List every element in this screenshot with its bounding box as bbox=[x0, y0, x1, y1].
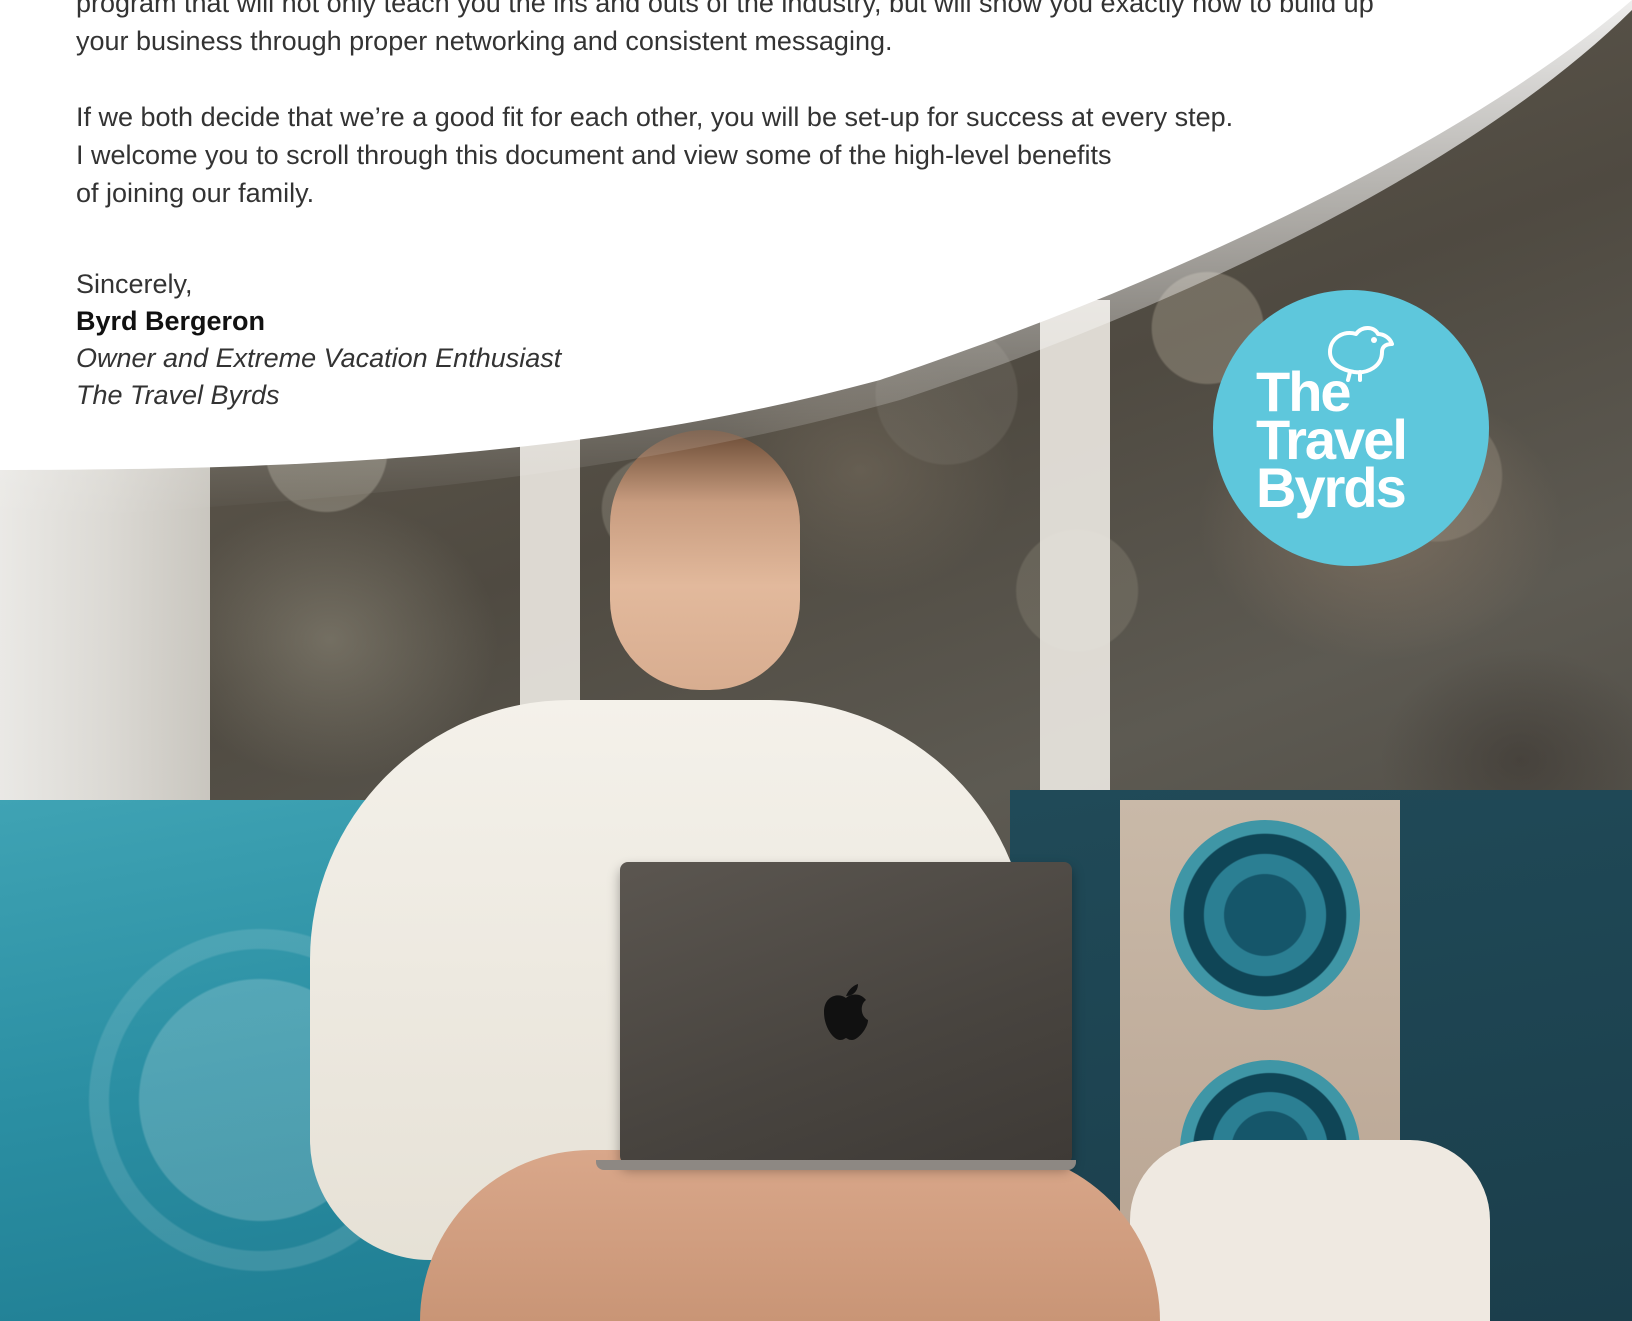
signoff-title: Owner and Extreme Vacation Enthusiast bbox=[76, 343, 562, 373]
logo-wordmark: The Travel Byrds bbox=[1256, 364, 1408, 519]
signoff-name: Byrd Bergeron bbox=[76, 306, 266, 336]
letter-line: I welcome you to scroll through this doc… bbox=[76, 140, 1112, 170]
document-page: program that will not only teach you the… bbox=[0, 0, 1632, 1321]
letter-paragraph-1: program that will not only teach you the… bbox=[76, 0, 1374, 60]
apple-logo-icon bbox=[824, 984, 868, 1040]
signoff-company: The Travel Byrds bbox=[76, 380, 280, 410]
blanket bbox=[1130, 1140, 1490, 1321]
letter-line: of joining our family. bbox=[76, 178, 315, 208]
signoff-greeting: Sincerely, bbox=[76, 269, 193, 299]
medallion-pattern bbox=[1170, 820, 1360, 1010]
signoff-block: Sincerely, Byrd Bergeron Owner and Extre… bbox=[76, 266, 561, 414]
letter-line: program that will not only teach you the… bbox=[76, 0, 1374, 18]
laptop-base bbox=[596, 1160, 1076, 1170]
letter-paragraph-2: If we both decide that we’re a good fit … bbox=[76, 98, 1233, 212]
letter-line: your business through proper networking … bbox=[76, 26, 893, 56]
logo-line-byrds: Byrds bbox=[1256, 456, 1407, 519]
letter-line: If we both decide that we’re a good fit … bbox=[76, 102, 1234, 132]
person-legs bbox=[420, 1150, 1160, 1321]
